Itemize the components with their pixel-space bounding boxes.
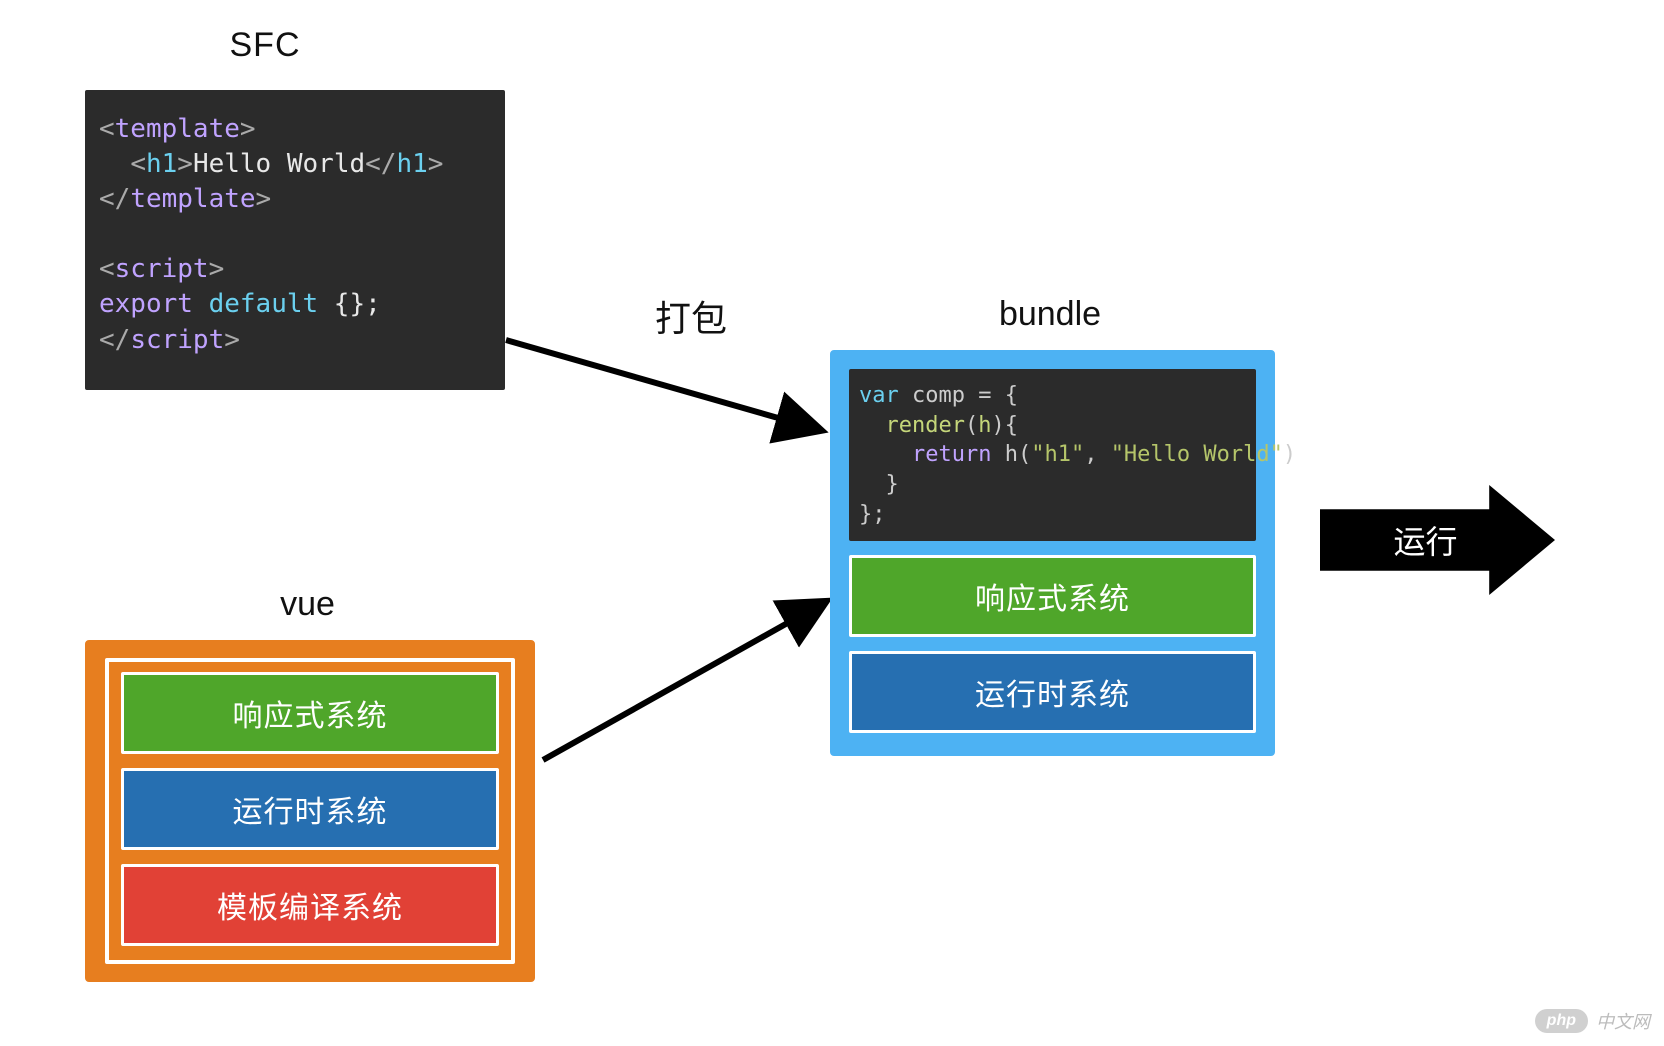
vue-title: vue bbox=[85, 585, 530, 624]
watermark: php 中文网 bbox=[1535, 1008, 1650, 1034]
bundle-runtime-system: 运行时系统 bbox=[849, 651, 1256, 733]
watermark-badge: php bbox=[1535, 1009, 1588, 1033]
run-arrow: 运行 bbox=[1320, 485, 1555, 595]
vue-runtime-system: 运行时系统 bbox=[121, 768, 499, 850]
watermark-text: 中文网 bbox=[1596, 1008, 1650, 1034]
run-label: 运行 bbox=[1393, 517, 1457, 563]
bundle-code-block: var comp = { render(h){ return h("h1", "… bbox=[849, 369, 1256, 541]
bundle-container: var comp = { render(h){ return h("h1", "… bbox=[830, 350, 1275, 756]
vue-reactive-system: 响应式系统 bbox=[121, 672, 499, 754]
bundle-reactive-system: 响应式系统 bbox=[849, 555, 1256, 637]
arrow-sfc-to-bundle bbox=[500, 320, 840, 460]
bundle-title: bundle bbox=[830, 295, 1270, 334]
vue-inner: 响应式系统 运行时系统 模板编译系统 bbox=[105, 658, 515, 964]
sfc-code-block: <template> <h1>Hello World</h1> </templa… bbox=[85, 90, 505, 390]
vue-container: 响应式系统 运行时系统 模板编译系统 bbox=[85, 640, 535, 982]
sfc-title: SFC bbox=[85, 26, 445, 65]
vue-template-compiler: 模板编译系统 bbox=[121, 864, 499, 946]
arrow-vue-to-bundle bbox=[535, 590, 845, 770]
